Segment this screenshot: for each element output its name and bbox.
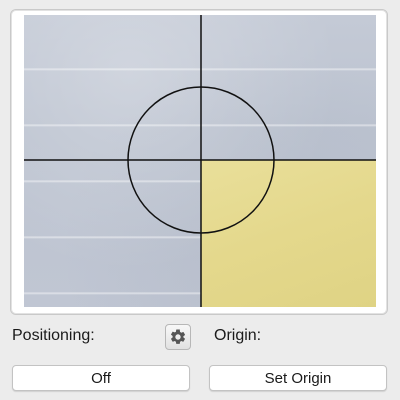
crosshair-reticle bbox=[24, 15, 376, 307]
camera-view[interactable] bbox=[24, 15, 376, 307]
gear-icon bbox=[171, 329, 186, 344]
origin-label: Origin: bbox=[214, 327, 262, 344]
set-origin-button[interactable]: Set Origin bbox=[209, 365, 387, 391]
positioning-label: Positioning: bbox=[12, 327, 95, 344]
positioning-off-button[interactable]: Off bbox=[12, 365, 190, 391]
camera-positioning-panel: Positioning: Origin: Off Set Origin bbox=[0, 0, 400, 400]
positioning-settings-button[interactable] bbox=[165, 324, 191, 350]
